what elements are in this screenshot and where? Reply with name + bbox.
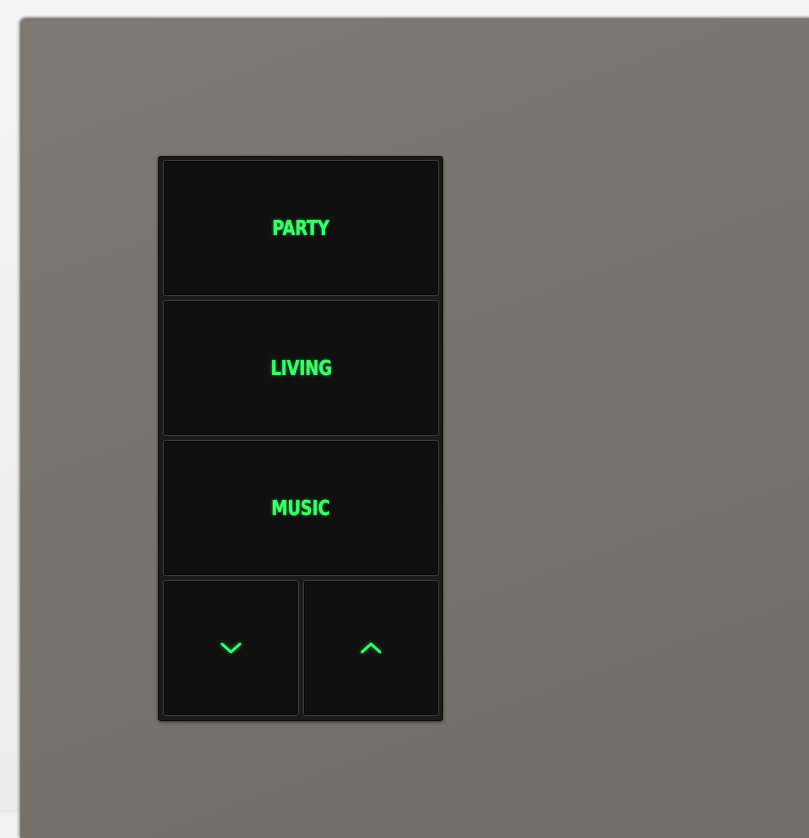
music-button-label: MUSIC xyxy=(271,496,331,520)
party-button[interactable]: PARTY xyxy=(163,160,439,296)
keypad: PARTY LIVING MUSIC xyxy=(158,156,443,721)
raise-button[interactable] xyxy=(303,580,439,716)
wall-plate: PARTY LIVING MUSIC xyxy=(20,18,809,838)
music-button[interactable]: MUSIC xyxy=(163,440,439,576)
living-button-label: LIVING xyxy=(270,356,332,380)
party-button-label: PARTY xyxy=(272,216,330,240)
chevron-up-icon xyxy=(358,640,384,656)
lower-button[interactable] xyxy=(163,580,299,716)
chevron-down-icon xyxy=(218,640,244,656)
living-button[interactable]: LIVING xyxy=(163,300,439,436)
